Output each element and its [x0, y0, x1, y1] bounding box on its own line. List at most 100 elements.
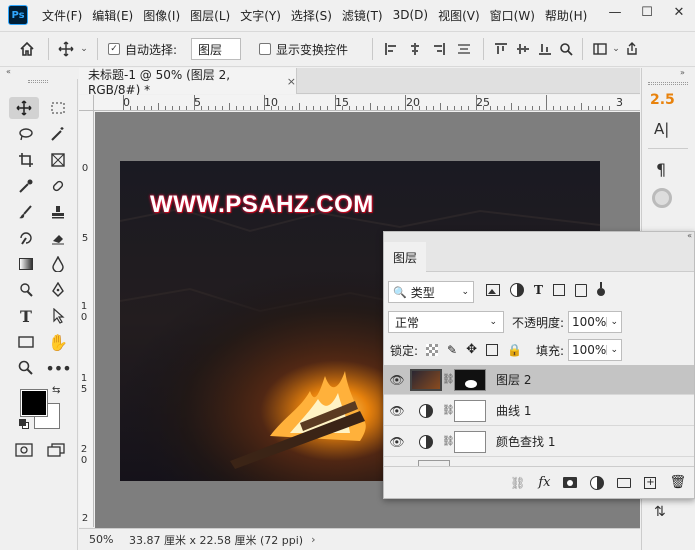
- add-mask-icon[interactable]: [563, 477, 578, 488]
- chevron-down-icon[interactable]: ⌄: [611, 44, 621, 54]
- gradient-tool-icon[interactable]: [14, 253, 38, 275]
- crop-tool-icon[interactable]: [14, 149, 38, 171]
- new-adjustment-icon[interactable]: [590, 475, 605, 490]
- drag-handle[interactable]: [648, 82, 688, 85]
- dodge-tool-icon[interactable]: [14, 279, 38, 301]
- menu-view[interactable]: 视图(V): [438, 7, 480, 24]
- rectangle-tool-icon[interactable]: [14, 331, 38, 353]
- filter-kind-dropdown[interactable]: 🔍 类型 ⌄: [388, 281, 474, 303]
- filter-smart-object-icon[interactable]: [574, 283, 587, 297]
- drag-handle[interactable]: [28, 80, 48, 83]
- link-chain-icon[interactable]: ⛓: [442, 405, 455, 416]
- quick-mask-icon[interactable]: [12, 439, 36, 461]
- workspace-icon[interactable]: [589, 43, 611, 55]
- brush-tool-icon[interactable]: [14, 201, 38, 223]
- actions-icon[interactable]: ⇅: [654, 504, 666, 520]
- dock-expand-arrows[interactable]: »: [680, 68, 685, 77]
- layer-name[interactable]: 图层 2: [496, 371, 531, 388]
- filter-pixel-icon[interactable]: [486, 284, 500, 296]
- stroke-width-value[interactable]: 2.5: [650, 92, 675, 108]
- menu-image[interactable]: 图像(I): [143, 7, 180, 24]
- visibility-eye-icon[interactable]: 👁: [384, 404, 410, 418]
- lock-all-icon[interactable]: 🔒: [507, 343, 522, 357]
- type-tool-icon[interactable]: T: [14, 305, 38, 327]
- healing-brush-icon[interactable]: [46, 175, 70, 197]
- lasso-tool-icon[interactable]: [14, 123, 38, 145]
- align-middle-icon[interactable]: [512, 42, 534, 56]
- glyphs-icon[interactable]: [652, 188, 672, 208]
- blend-mode-dropdown[interactable]: 正常 ⌄: [388, 311, 504, 333]
- move-tool-icon[interactable]: [55, 41, 77, 57]
- default-colors-icon[interactable]: [19, 419, 29, 429]
- hand-tool-icon[interactable]: ✋: [46, 331, 70, 353]
- document-tab[interactable]: 未标题-1 @ 50% (图层 2, RGB/8#) * ×: [79, 68, 297, 97]
- more-tools-icon[interactable]: •••: [45, 357, 71, 379]
- filter-toggle-icon[interactable]: [596, 282, 605, 298]
- new-group-icon[interactable]: [617, 477, 632, 488]
- link-chain-icon[interactable]: ⛓: [442, 374, 455, 385]
- layer-row-layer-2[interactable]: 👁 ⛓ 图层 2: [384, 365, 694, 395]
- minimize-button[interactable]: —: [599, 0, 631, 24]
- lock-paint-icon[interactable]: ✎: [447, 343, 457, 357]
- distribute-icon[interactable]: [451, 42, 477, 56]
- align-right-icon[interactable]: [427, 42, 451, 56]
- zoom-level[interactable]: 50%: [89, 533, 129, 546]
- auto-select-target-dropdown[interactable]: 图层: [191, 38, 242, 60]
- horizontal-ruler[interactable]: 0 5 10 15 20 25 3: [94, 95, 640, 111]
- screen-mode-icon[interactable]: [44, 439, 68, 461]
- menu-select[interactable]: 选择(S): [291, 7, 332, 24]
- menu-layer[interactable]: 图层(L): [190, 7, 230, 24]
- eraser-tool-icon[interactable]: [46, 227, 70, 249]
- layer-mask-thumbnail[interactable]: [454, 430, 486, 453]
- layer-row-color-lookup-1[interactable]: 👁 ⛓ 颜色查找 1: [384, 427, 694, 457]
- layer-mask-thumbnail[interactable]: [454, 399, 486, 422]
- restore-button[interactable]: ☐: [631, 0, 663, 24]
- lock-artboard-icon[interactable]: [485, 343, 498, 356]
- align-left-icon[interactable]: [379, 42, 403, 56]
- visibility-eye-icon[interactable]: 👁: [384, 435, 410, 449]
- layer-name[interactable]: 曲线 1: [496, 402, 531, 419]
- chevron-down-icon[interactable]: ⌄: [77, 44, 91, 54]
- link-layers-icon[interactable]: ⛓: [510, 476, 525, 490]
- menu-file[interactable]: 文件(F): [42, 7, 82, 24]
- layer-mask-thumbnail[interactable]: [454, 368, 486, 391]
- align-bottom-icon[interactable]: [534, 42, 556, 56]
- close-button[interactable]: ✕: [663, 0, 695, 24]
- magic-wand-icon[interactable]: [46, 123, 70, 145]
- search-icon[interactable]: [556, 42, 576, 56]
- layer-name[interactable]: 颜色查找 1: [496, 433, 555, 450]
- menu-3d[interactable]: 3D(D): [393, 8, 428, 22]
- lock-position-icon[interactable]: ✥: [466, 342, 477, 357]
- fill-field[interactable]: 100% ⌄: [568, 339, 622, 361]
- pen-tool-icon[interactable]: [46, 279, 70, 301]
- visibility-eye-icon[interactable]: 👁: [384, 373, 410, 387]
- menu-help[interactable]: 帮助(H): [545, 7, 587, 24]
- fx-icon[interactable]: fx: [538, 475, 550, 490]
- filter-shape-icon[interactable]: [552, 284, 565, 296]
- swap-colors-icon[interactable]: ⇆: [52, 385, 60, 396]
- auto-select-checkbox[interactable]: ✓: [108, 43, 120, 55]
- layer-row-curves-1[interactable]: 👁 ⛓ 曲线 1: [384, 396, 694, 426]
- ruler-origin[interactable]: [79, 95, 94, 111]
- align-center-icon[interactable]: [403, 42, 427, 56]
- frame-tool-icon[interactable]: [46, 149, 70, 171]
- status-menu-arrow[interactable]: ›: [311, 533, 315, 546]
- eyedropper-icon[interactable]: [14, 175, 38, 197]
- zoom-tool-icon[interactable]: [14, 357, 38, 379]
- menu-filter[interactable]: 滤镜(T): [342, 7, 383, 24]
- toolbar-collapse-arrows[interactable]: «: [0, 68, 76, 78]
- lock-transparent-icon[interactable]: [426, 343, 438, 356]
- home-icon[interactable]: [12, 41, 42, 57]
- filter-type-icon[interactable]: T: [534, 283, 543, 297]
- blur-tool-icon[interactable]: [46, 253, 70, 275]
- menu-window[interactable]: 窗口(W): [490, 7, 535, 24]
- menu-type[interactable]: 文字(Y): [240, 7, 281, 24]
- delete-layer-icon[interactable]: 🗑: [669, 475, 686, 490]
- menu-edit[interactable]: 编辑(E): [92, 7, 133, 24]
- marquee-tool-icon[interactable]: [46, 97, 70, 119]
- character-panel-icon[interactable]: A|: [654, 120, 669, 138]
- filter-adjustment-icon[interactable]: [510, 283, 524, 297]
- new-layer-icon[interactable]: +: [644, 476, 657, 489]
- link-chain-icon[interactable]: ⛓: [442, 436, 455, 447]
- show-transform-checkbox[interactable]: [259, 43, 272, 55]
